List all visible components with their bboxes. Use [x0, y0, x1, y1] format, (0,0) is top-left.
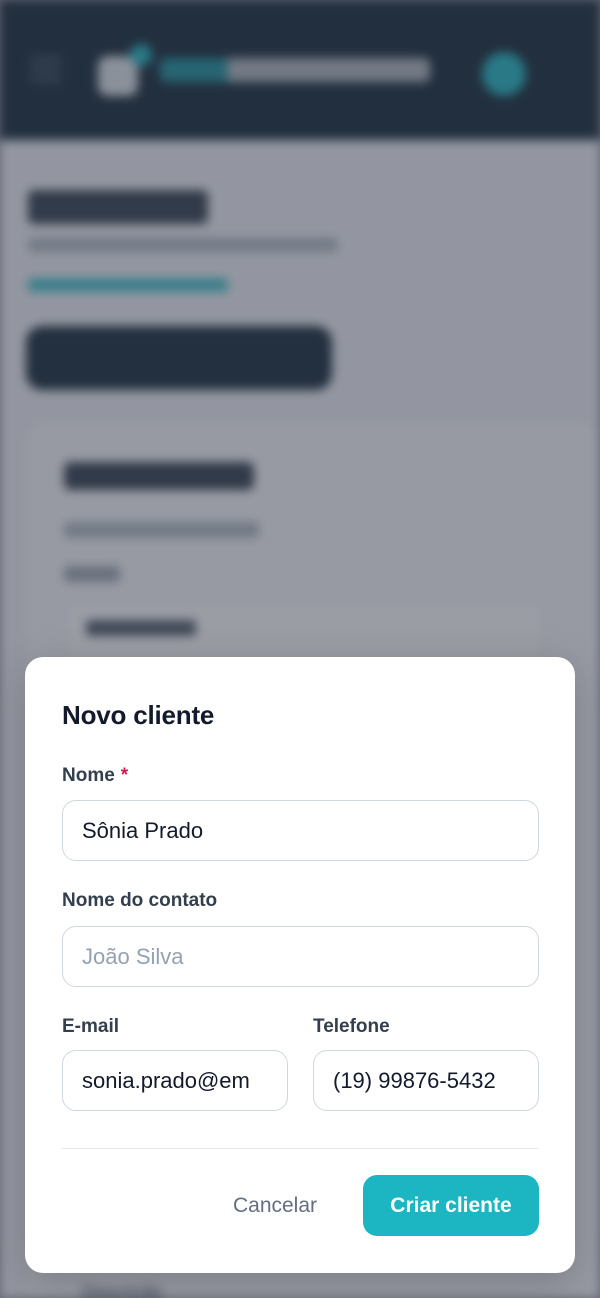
- name-label-text: Nome: [62, 765, 115, 786]
- name-input[interactable]: [62, 800, 539, 861]
- phone-input[interactable]: [313, 1050, 539, 1111]
- phone-label: Telefone: [313, 1016, 390, 1037]
- contact-name-input[interactable]: [62, 926, 539, 987]
- new-client-dialog: Novo cliente Nome* Nome do contato E-mai…: [25, 657, 575, 1273]
- create-client-button[interactable]: Criar cliente: [363, 1175, 539, 1236]
- email-label: E-mail: [62, 1016, 120, 1037]
- name-label: Nome *: [62, 765, 128, 787]
- required-mark: *: [120, 765, 129, 786]
- email-input[interactable]: [62, 1050, 288, 1111]
- dialog-divider: [62, 1148, 538, 1149]
- contact-name-label: Nome do contato: [62, 890, 218, 911]
- dialog-title: Novo cliente: [62, 700, 215, 730]
- cancel-button[interactable]: Cancelar: [213, 1175, 337, 1236]
